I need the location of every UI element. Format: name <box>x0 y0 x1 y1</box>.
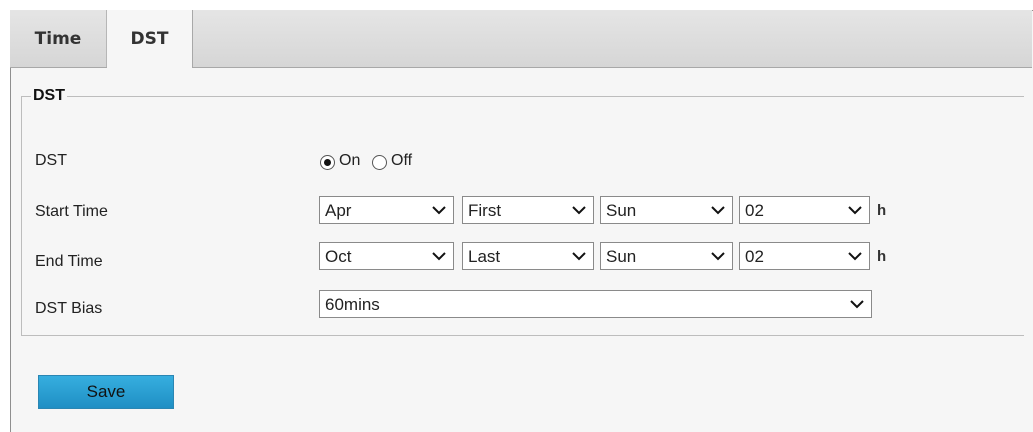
chevron-down-icon <box>572 206 586 215</box>
chevron-down-icon <box>711 252 725 261</box>
start-day-select[interactable]: Sun <box>600 196 733 224</box>
end-month-value: Oct <box>325 247 352 266</box>
chevron-down-icon <box>572 252 586 261</box>
dst-bias-value: 60mins <box>325 295 380 314</box>
end-day-value: Sun <box>606 247 637 266</box>
end-week-value: Last <box>468 247 501 266</box>
save-button[interactable]: Save <box>38 375 174 409</box>
end-hour-value: 02 <box>745 247 764 266</box>
start-hour-select[interactable]: 02 <box>739 196 870 224</box>
end-week-select[interactable]: Last <box>462 242 594 270</box>
start-month-select[interactable]: Apr <box>319 196 454 224</box>
end-hour-select[interactable]: 02 <box>739 242 870 270</box>
chevron-down-icon <box>848 252 862 261</box>
dst-on-radio[interactable] <box>320 155 335 170</box>
chevron-down-icon <box>432 252 446 261</box>
dst-off-label[interactable]: Off <box>391 152 412 170</box>
group-legend: DST <box>31 87 67 105</box>
tab-time[interactable]: Time <box>10 10 107 67</box>
start-day-value: Sun <box>606 201 637 220</box>
dst-on-label[interactable]: On <box>339 152 360 170</box>
start-week-select[interactable]: First <box>462 196 594 224</box>
start-month-value: Apr <box>325 201 352 220</box>
start-time-label: Start Time <box>35 203 108 220</box>
tab-dst[interactable]: DST <box>107 10 193 68</box>
end-time-label: End Time <box>35 253 103 270</box>
end-month-select[interactable]: Oct <box>319 242 454 270</box>
chevron-down-icon <box>848 206 862 215</box>
start-week-value: First <box>468 201 502 220</box>
start-hour-value: 02 <box>745 201 764 220</box>
dst-bias-select[interactable]: 60mins <box>319 290 872 318</box>
chevron-down-icon <box>432 206 446 215</box>
end-day-select[interactable]: Sun <box>600 242 733 270</box>
tab-bar: Time DST <box>10 10 1032 68</box>
end-hour-unit: h <box>877 248 887 265</box>
start-hour-unit: h <box>877 202 887 219</box>
dst-bias-label: DST Bias <box>35 300 103 317</box>
dst-off-radio[interactable] <box>372 155 387 170</box>
dst-label: DST <box>35 152 67 169</box>
chevron-down-icon <box>850 300 864 309</box>
chevron-down-icon <box>711 206 725 215</box>
